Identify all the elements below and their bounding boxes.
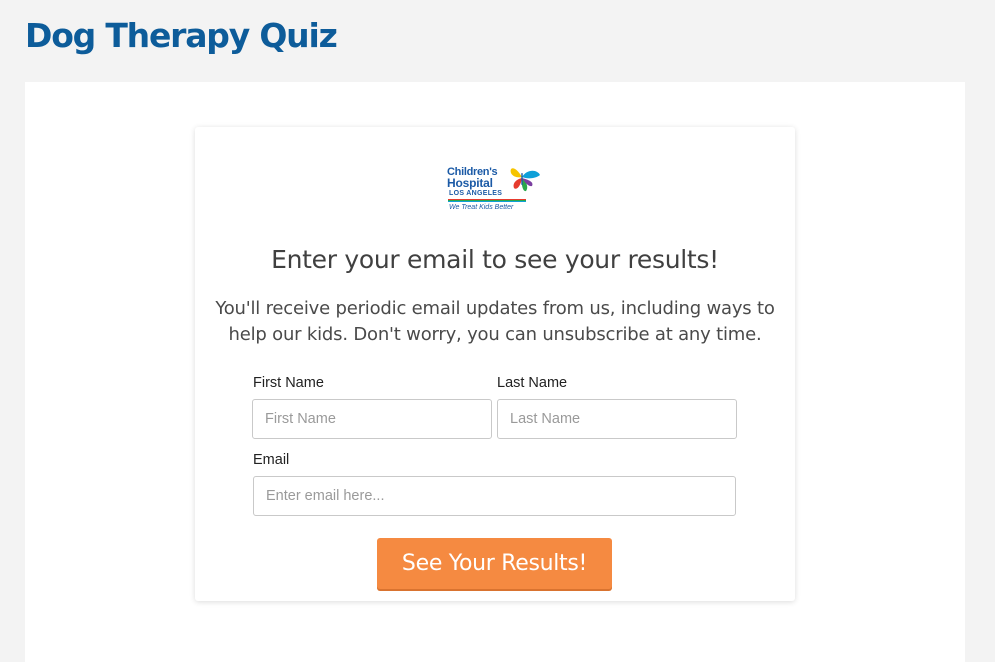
childrens-hospital-logo: Children's Hospital LOS ANGELES We Treat… (447, 163, 543, 219)
first-name-input[interactable] (252, 399, 492, 439)
see-results-button[interactable]: See Your Results! (377, 538, 612, 589)
first-name-label: First Name (253, 375, 324, 391)
form-heading: Enter your email to see your results! (271, 245, 719, 274)
form-description: You'll receive periodic email updates fr… (215, 298, 775, 345)
logo-text-line2: Hospital (447, 176, 493, 190)
logo-tagline: We Treat Kids Better (449, 204, 514, 211)
page-title: Dog Therapy Quiz (25, 16, 338, 55)
logo-text-line3: LOS ANGELES (449, 190, 503, 197)
email-label: Email (253, 452, 290, 468)
email-capture-card: Children's Hospital LOS ANGELES We Treat… (195, 127, 795, 601)
last-name-input[interactable] (497, 399, 737, 439)
butterfly-icon (510, 168, 540, 192)
email-input[interactable] (253, 476, 736, 516)
last-name-label: Last Name (497, 375, 568, 391)
logo-color-rule (448, 199, 526, 203)
